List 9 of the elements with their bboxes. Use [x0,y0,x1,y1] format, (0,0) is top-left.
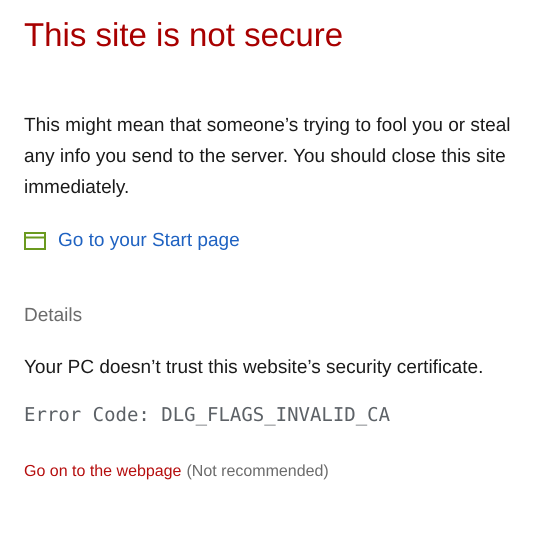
continue-link[interactable]: Go on to the webpage [24,460,182,484]
details-heading: Details [24,304,82,328]
error-code: Error Code: DLG_FLAGS_INVALID_CA [24,403,390,428]
window-icon [24,232,46,250]
details-text: Your PC doesn’t trust this website’s security certificate. [24,356,484,380]
continue-note: (Not recommended) [186,462,329,482]
start-page-link[interactable]: Go to your Start page [24,227,240,256]
page-title: This site is not secure [24,15,344,55]
warning-message: This might mean that someone’s trying to fool you or steal any info you send to the server. You should close this site immediately. [24,114,512,200]
